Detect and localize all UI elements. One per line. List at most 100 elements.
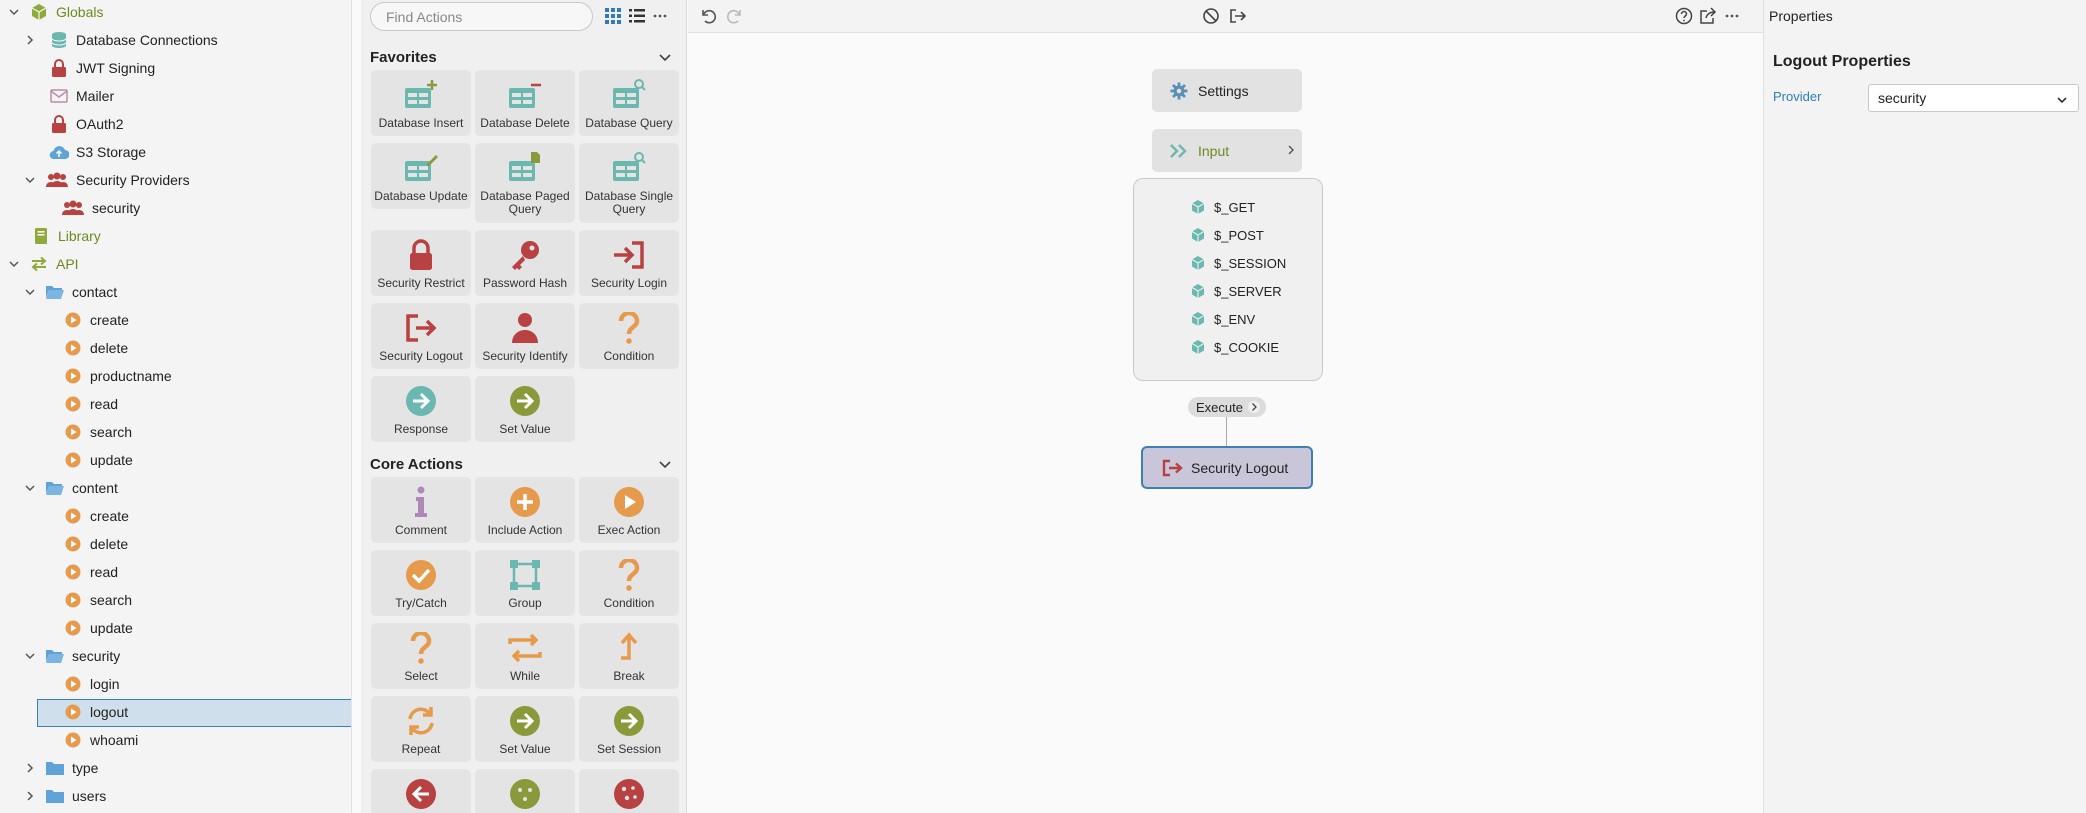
tree-item-contact-search[interactable]: search [0,418,351,446]
tree-item-api[interactable]: API [0,250,351,278]
action-tile-security-login[interactable]: Security Login [579,230,679,296]
disable-icon[interactable] [1201,6,1221,26]
action-tile-condition[interactable]: Condition [579,303,679,369]
global-var-session[interactable]: $_SESSION [1190,251,1286,275]
action-tile-database-query[interactable]: Database Query [579,70,679,136]
find-actions-input[interactable] [370,2,593,31]
tree-item-users[interactable]: users [0,782,351,810]
chevron-right-icon[interactable] [22,32,38,48]
undo-icon[interactable] [698,6,718,26]
tree-item-contact-delete[interactable]: delete [0,334,351,362]
list-view-icon[interactable] [626,6,648,26]
lock-icon [48,113,70,135]
action-tile-set-session[interactable]: Set Session [579,696,679,762]
tree-item-content-search[interactable]: search [0,586,351,614]
chevron-down-icon[interactable] [22,172,38,188]
tree-item-type[interactable]: type [0,754,351,782]
action-tile-break[interactable]: Break [579,623,679,689]
action-tile-security-identify[interactable]: Security Identify [475,303,575,369]
settings-node[interactable]: Settings [1152,69,1302,112]
action-tile-condition-core[interactable]: Condition [579,550,679,616]
users-icon [44,169,70,191]
action-tile-database-delete[interactable]: Database Delete [475,70,575,136]
chevron-right-icon[interactable] [1286,143,1296,159]
chevron-down-icon[interactable] [22,284,38,300]
provider-select[interactable]: security [1868,84,2079,112]
tree-item-contact-create[interactable]: create [0,306,351,334]
more-icon[interactable] [649,6,671,26]
chevron-right-icon[interactable] [22,788,38,804]
chevron-down-icon[interactable] [6,4,22,20]
tree-item-security-logout[interactable]: logout [0,698,351,727]
chevron-down-icon[interactable] [658,457,674,473]
tree-item-security-whoami[interactable]: whoami [0,726,351,754]
tree-item-s3-storage[interactable]: S3 Storage [0,138,351,166]
step-out-icon[interactable] [1228,6,1248,26]
action-tile-include-action[interactable]: Include Action [475,477,575,543]
tree-item-content[interactable]: content [0,474,351,502]
flow-canvas[interactable]: Settings Input $_GET $_POST $_SESSION $_… [688,34,1763,813]
action-tile-while[interactable]: While [475,623,575,689]
chevron-down-icon[interactable] [22,648,38,664]
tree-item-security-providers[interactable]: Security Providers [0,166,351,194]
input-node[interactable]: Input [1152,129,1302,172]
global-var-get[interactable]: $_GET [1190,195,1255,219]
action-tile-security-logout[interactable]: Security Logout [371,303,471,369]
users-icon [60,197,86,219]
action-tile-exec-action[interactable]: Exec Action [579,477,679,543]
tree-item-mailer[interactable]: Mailer [0,82,351,110]
tree-item-content-create[interactable]: create [0,502,351,530]
tree-item-library[interactable]: Library [0,222,351,250]
chevron-right-icon[interactable] [1248,401,1260,413]
security-logout-node[interactable]: Security Logout [1141,446,1313,489]
tree-label: read [90,564,119,580]
tree-item-content-delete[interactable]: delete [0,530,351,558]
tree-item-contact-productname[interactable]: productname [0,362,351,390]
action-label: Database Update [374,189,468,203]
action-tile-response[interactable]: Response [371,376,471,442]
action-tile-partial[interactable] [579,769,679,813]
tree-item-globals[interactable]: Globals [0,0,351,26]
global-var-env[interactable]: $_ENV [1190,307,1255,331]
action-tile-partial[interactable] [371,769,471,813]
action-tile-security-restrict[interactable]: Security Restrict [371,230,471,296]
action-tile-set-value[interactable]: Set Value [475,376,575,442]
tree-item-contact[interactable]: contact [0,278,351,306]
action-tile-partial[interactable] [475,769,575,813]
tree-item-jwt-signing[interactable]: JWT Signing [0,54,351,82]
tree-item-contact-read[interactable]: read [0,390,351,418]
action-tile-comment[interactable]: Comment [371,477,471,543]
action-tile-database-single-query[interactable]: Database Single Query [579,143,679,223]
chevron-down-icon[interactable] [22,480,38,496]
chevron-down-icon[interactable] [6,256,22,272]
action-label: Comment [394,523,447,537]
chevron-down-icon[interactable] [658,50,674,66]
help-icon[interactable] [1674,6,1694,26]
tree-item-security-login[interactable]: login [0,670,351,698]
global-var-post[interactable]: $_POST [1190,223,1264,247]
action-tile-group[interactable]: Group [475,550,575,616]
tree-item-security-provider[interactable]: security [0,194,351,222]
action-tile-set-value-core[interactable]: Set Value [475,696,575,762]
action-tile-database-paged-query[interactable]: Database Paged Query [475,143,575,223]
action-tile-select[interactable]: Select [371,623,471,689]
action-tile-database-update[interactable]: Database Update [371,143,471,209]
action-tile-try-catch[interactable]: Try/Catch [371,550,471,616]
grid-view-icon[interactable] [602,6,624,26]
execute-pill[interactable]: Execute [1188,397,1266,417]
action-tile-repeat[interactable]: Repeat [371,696,471,762]
share-icon[interactable] [1698,6,1718,26]
tree-item-contact-update[interactable]: update [0,446,351,474]
action-tile-database-insert[interactable]: Database Insert [371,70,471,136]
more-icon[interactable] [1722,6,1742,26]
global-var-cookie[interactable]: $_COOKIE [1190,335,1279,359]
tree-item-database-connections[interactable]: Database Connections [0,26,351,54]
tree-item-content-read[interactable]: read [0,558,351,586]
tree-item-oauth2[interactable]: OAuth2 [0,110,351,138]
redo-icon[interactable] [725,6,745,26]
tree-item-security[interactable]: security [0,642,351,670]
global-var-server[interactable]: $_SERVER [1190,279,1282,303]
tree-item-content-update[interactable]: update [0,614,351,642]
chevron-right-icon[interactable] [22,760,38,776]
action-tile-password-hash[interactable]: Password Hash [475,230,575,296]
